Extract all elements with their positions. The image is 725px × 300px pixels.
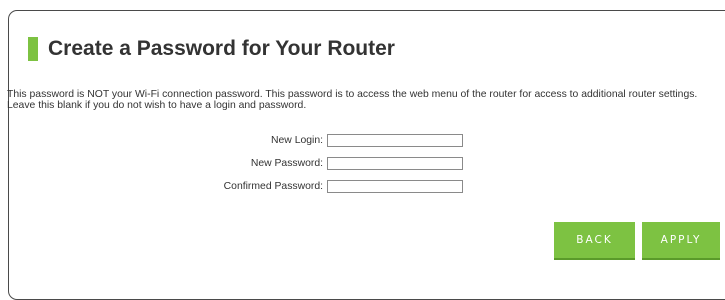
confirmed-password-row: Confirmed Password: [0,180,725,193]
new-password-row: New Password: [0,157,725,170]
confirmed-password-input[interactable] [327,180,463,193]
back-button[interactable]: BACK [554,222,635,258]
new-login-label: New Login: [271,135,323,146]
new-login-row: New Login: [0,134,725,147]
new-login-input[interactable] [327,134,463,147]
title-accent-bar [28,37,38,61]
title-row: Create a Password for Your Router [28,37,395,61]
new-password-input[interactable] [327,157,463,170]
intro-text: This password is NOT your Wi-Fi connecti… [7,89,698,111]
page-title: Create a Password for Your Router [48,37,395,60]
apply-button[interactable]: APPLY [642,222,720,258]
confirmed-password-label: Confirmed Password: [223,181,323,192]
new-password-label: New Password: [250,158,323,169]
